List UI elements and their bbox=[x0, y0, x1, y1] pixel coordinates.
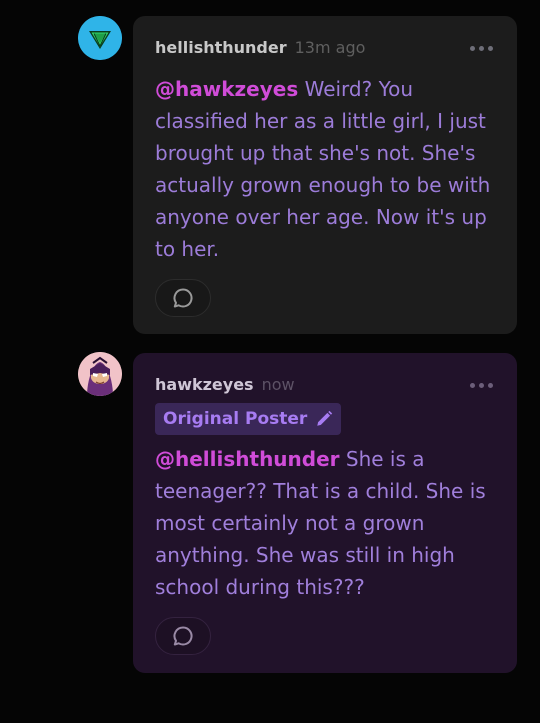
more-options-ellipsis-icon[interactable] bbox=[470, 46, 493, 51]
comment-body: @hawkzeyes Weird? You classified her as … bbox=[155, 73, 500, 265]
speech-bubble-icon bbox=[173, 288, 193, 308]
speech-bubble-icon bbox=[173, 626, 193, 646]
comment-timestamp: 13m ago bbox=[294, 38, 366, 57]
comment-body: @hellishthunder She is a teenager?? That… bbox=[155, 443, 500, 603]
badge-label: Original Poster bbox=[163, 409, 308, 429]
user-avatar[interactable] bbox=[78, 352, 122, 396]
comment-thread: hellishthunder 13m ago @hawkzeyes Weird?… bbox=[0, 0, 540, 723]
comment-timestamp: now bbox=[261, 375, 295, 394]
original-poster-badge: Original Poster bbox=[155, 403, 342, 435]
user-avatar[interactable] bbox=[78, 16, 122, 60]
comment-card-original-poster: hawkzeyes now Original Poster @hellishth… bbox=[133, 353, 517, 673]
reply-button[interactable] bbox=[155, 617, 211, 655]
hawkeye-masked-face-avatar-icon bbox=[78, 352, 122, 396]
comment-username[interactable]: hellishthunder bbox=[155, 38, 287, 57]
comment-header: hellishthunder 13m ago bbox=[155, 38, 365, 60]
comment-card: hellishthunder 13m ago @hawkzeyes Weird?… bbox=[133, 16, 517, 334]
more-options-ellipsis-icon[interactable] bbox=[470, 383, 493, 388]
pencil-icon bbox=[317, 410, 333, 426]
green-triangle-gem-avatar-icon bbox=[78, 16, 122, 60]
reply-button[interactable] bbox=[155, 279, 211, 317]
comment-text: Weird? You classified her as a little gi… bbox=[155, 77, 491, 261]
comment-header: hawkzeyes now bbox=[155, 375, 295, 397]
comment-mention[interactable]: @hellishthunder bbox=[155, 447, 340, 471]
comment-mention[interactable]: @hawkzeyes bbox=[155, 77, 298, 101]
comment-username[interactable]: hawkzeyes bbox=[155, 375, 254, 394]
